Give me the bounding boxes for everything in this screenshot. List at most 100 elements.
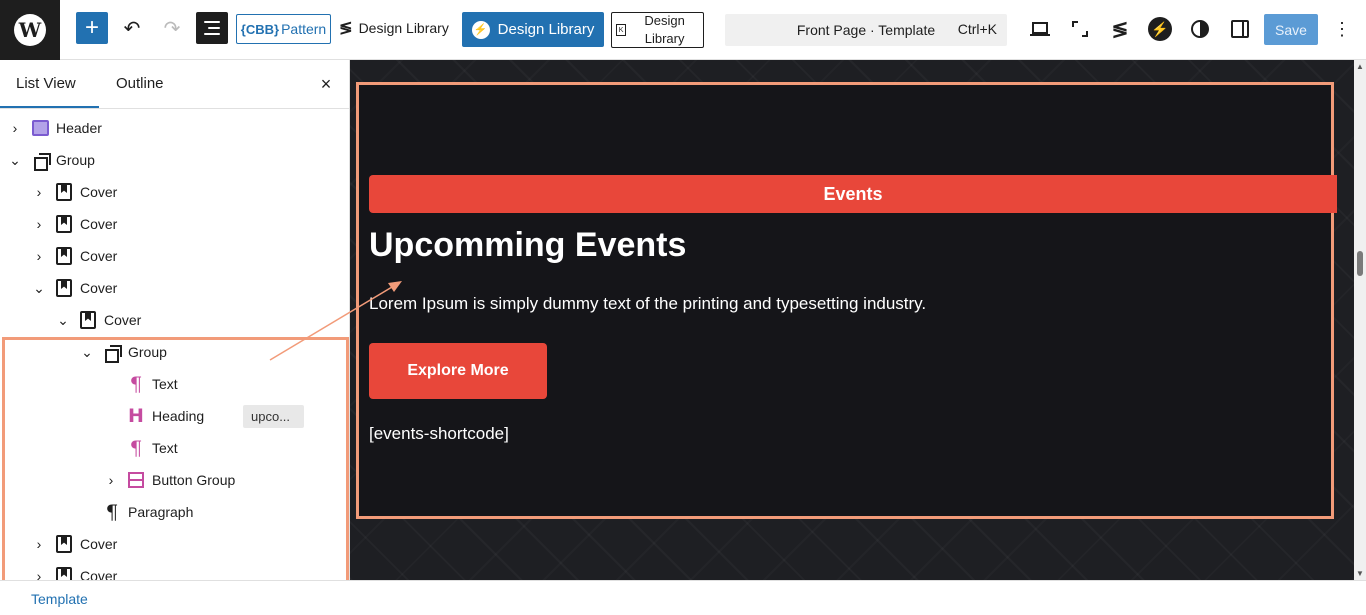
expand-icon — [1072, 21, 1088, 37]
tab-list-view[interactable]: List View — [16, 75, 76, 92]
group-icon — [103, 343, 122, 363]
tree-item-paragraph[interactable]: ¶ Paragraph — [0, 496, 349, 528]
design-library-outline-label: Design Library — [644, 13, 685, 46]
collapse-chevron-icon[interactable]: ⌄ — [57, 312, 69, 329]
expand-chevron-icon[interactable]: › — [33, 184, 45, 200]
save-button[interactable]: Save — [1264, 14, 1318, 45]
collapse-chevron-icon[interactable]: ⌄ — [33, 280, 45, 297]
expand-chevron-icon[interactable]: › — [9, 120, 21, 136]
cover-icon — [55, 535, 73, 553]
tree-item-label: Heading — [152, 408, 205, 424]
template-part-icon — [32, 120, 49, 136]
expand-chevron-icon[interactable]: › — [33, 216, 45, 232]
tree-item-group[interactable]: ⌄ Group — [0, 144, 349, 176]
cover-icon — [55, 247, 73, 265]
design-library-button[interactable]: ≶ Design Library — [338, 12, 450, 44]
canvas-scrollbar[interactable]: ▲ ▼ — [1354, 60, 1366, 580]
events-description[interactable]: Lorem Ipsum is simply dummy text of the … — [369, 294, 926, 314]
editor-toolbar: W + ↶ ↷ {CBB} Pattern ≶ Design Library ⚡… — [0, 0, 1366, 60]
events-shortcode-paragraph[interactable]: [events-shortcode] — [369, 424, 509, 444]
options-menu-icon[interactable]: ⋮ — [1333, 16, 1351, 42]
tree-item-text[interactable]: ¶ Text — [0, 368, 349, 400]
tree-item-label: Text — [152, 440, 178, 456]
cbb-pattern-button[interactable]: {CBB} Pattern — [236, 14, 331, 44]
preview-device-button[interactable] — [1027, 16, 1053, 42]
undo-button[interactable]: ↶ — [118, 12, 146, 44]
explore-more-button[interactable]: Explore More — [369, 343, 547, 399]
tree-item-label: Cover — [80, 536, 118, 552]
scroll-thumb[interactable] — [1357, 251, 1363, 276]
tree-item-cover[interactable]: › Cover — [0, 240, 349, 272]
tree-item-cover[interactable]: › Cover — [0, 560, 349, 580]
redo-button[interactable]: ↷ — [158, 12, 186, 44]
block-breadcrumb-bar: Template — [0, 580, 1366, 615]
cover-icon — [55, 183, 73, 201]
tree-item-label: Group — [56, 152, 95, 168]
tab-outline[interactable]: Outline — [116, 75, 164, 92]
group-icon — [32, 151, 51, 171]
tree-item-heading[interactable]: H Heading upco... — [0, 400, 349, 432]
close-sidebar-icon[interactable]: × — [318, 74, 334, 95]
tree-item-label: Header — [56, 120, 102, 136]
expand-chevron-icon[interactable]: › — [33, 568, 45, 580]
breadcrumb-template[interactable]: Template — [31, 591, 88, 607]
add-block-button[interactable]: + — [76, 12, 108, 44]
wordpress-logo-button[interactable]: W — [0, 0, 60, 60]
button-group-icon — [127, 471, 145, 489]
editor-app: W + ↶ ↷ {CBB} Pattern ≶ Design Library ⚡… — [0, 0, 1366, 615]
paragraph-icon: ¶ — [129, 436, 143, 460]
tree-item-text[interactable]: ¶ Text — [0, 432, 349, 464]
tree-item-cover[interactable]: › Cover — [0, 208, 349, 240]
stackable-icon: ≶ — [339, 20, 353, 37]
settings-sidebar-button[interactable] — [1227, 16, 1253, 42]
half-circle-icon — [1191, 20, 1209, 38]
expand-chevron-icon[interactable]: › — [33, 248, 45, 264]
tree-item-button-group[interactable]: › Button Group — [0, 464, 349, 496]
tree-item-header[interactable]: › Header — [0, 112, 349, 144]
cbb-logo: {CBB} — [240, 21, 280, 37]
bolt-icon: ⚡ — [471, 20, 490, 39]
events-label-bar[interactable]: Events — [369, 175, 1337, 213]
tree-item-cover[interactable]: › Cover — [0, 176, 349, 208]
tree-item-cover-selected[interactable]: ⌄ Cover — [0, 272, 349, 304]
stackable-logo-icon: ≶ — [1111, 18, 1129, 41]
stackable-settings-button[interactable]: ≶ — [1107, 16, 1133, 42]
active-tab-indicator — [0, 106, 99, 108]
sidebar-icon — [1231, 20, 1249, 38]
events-heading[interactable]: Upcomming Events — [369, 226, 686, 265]
design-library-outline-button[interactable]: K Design Library — [611, 12, 704, 48]
tree-item-label: Button Group — [152, 472, 236, 488]
fullscreen-button[interactable] — [1067, 16, 1093, 42]
expand-chevron-icon[interactable]: › — [33, 536, 45, 552]
bolt-settings-button[interactable]: ⚡ — [1147, 16, 1173, 42]
laptop-icon — [1030, 22, 1050, 36]
list-view-sidebar: List View Outline × › Header ⌄ Group › C… — [0, 60, 350, 580]
styles-button[interactable] — [1187, 16, 1213, 42]
expand-chevron-icon[interactable]: › — [105, 472, 117, 488]
selected-cover-block[interactable]: Events Upcomming Events Lorem Ipsum is s… — [356, 82, 1337, 519]
tree-item-cover[interactable]: › Cover — [0, 528, 349, 560]
wordpress-icon: W — [14, 14, 46, 46]
anchor-badge: upco... — [243, 405, 304, 428]
design-library-primary-button[interactable]: ⚡ Design Library — [462, 12, 604, 47]
heading-icon: H — [128, 405, 144, 427]
tree-item-label: Cover — [80, 280, 118, 296]
paragraph-icon: ¶ — [105, 500, 119, 524]
scroll-up-icon[interactable]: ▲ — [1356, 62, 1364, 71]
document-overview-button[interactable] — [196, 12, 228, 44]
scroll-down-icon[interactable]: ▼ — [1356, 569, 1364, 578]
tree-item-cover-nested[interactable]: ⌄ Cover — [0, 304, 349, 336]
command-shortcut: Ctrl+K — [957, 21, 997, 37]
command-palette-button[interactable]: Front Page · Template Ctrl+K — [725, 14, 1007, 46]
tree-item-label: Cover — [104, 312, 142, 328]
collapse-chevron-icon[interactable]: ⌄ — [81, 344, 93, 361]
tree-item-label: Cover — [80, 184, 118, 200]
tree-item-group-nested[interactable]: ⌄ Group — [0, 336, 349, 368]
tree-item-label: Text — [152, 376, 178, 392]
tree-item-label: Paragraph — [128, 504, 194, 520]
list-view-icon — [204, 21, 220, 35]
design-library-label: Design Library — [358, 20, 449, 36]
tree-item-label: Cover — [80, 568, 118, 580]
collapse-chevron-icon[interactable]: ⌄ — [9, 152, 21, 169]
tree-item-label: Group — [128, 344, 167, 360]
